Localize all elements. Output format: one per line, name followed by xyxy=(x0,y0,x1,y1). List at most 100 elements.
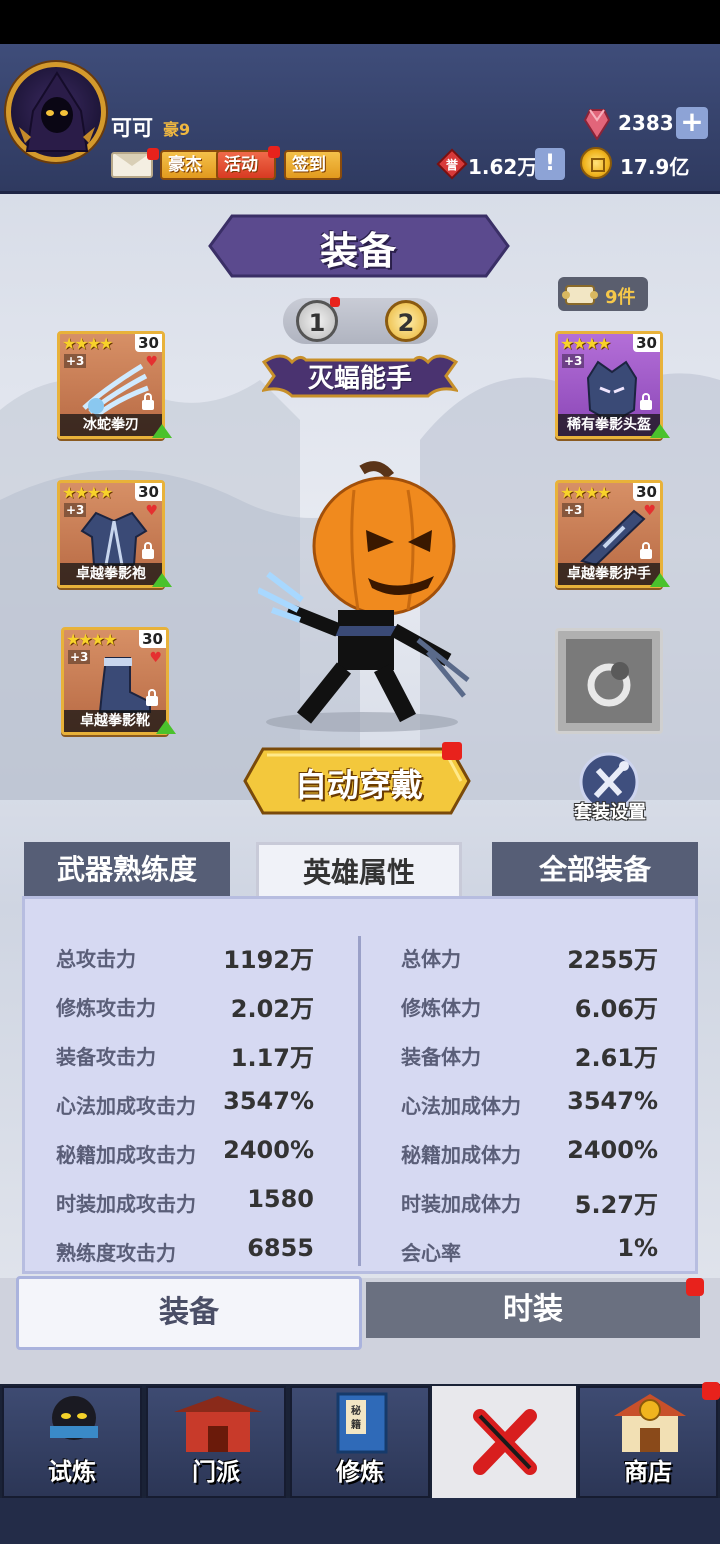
equip-toggle[interactable]: 装备 xyxy=(16,1276,362,1350)
equip-level: 30 xyxy=(135,334,162,352)
stat-label: 心法加成体力 xyxy=(401,1094,521,1118)
ice-claw-icon xyxy=(82,363,149,418)
nav-sect-label: 门派 xyxy=(192,1458,240,1486)
stats-divider xyxy=(358,936,361,1266)
equip-name: 稀有拳影头盔 xyxy=(558,414,660,436)
page-1-notification-dot xyxy=(330,297,340,307)
stat-value: 2400% xyxy=(223,1136,314,1164)
equip-level: 30 xyxy=(633,483,660,501)
ring-icon xyxy=(587,662,631,707)
equip-enhance: +3 xyxy=(562,503,585,517)
nav-bottom-strip xyxy=(0,1498,720,1544)
stat-value: 3547% xyxy=(223,1087,314,1115)
player-avatar[interactable] xyxy=(6,62,106,162)
honor-count: 1.62万 xyxy=(468,155,538,179)
tab-all-equipment[interactable]: 全部装备 xyxy=(492,842,698,898)
activity-notification-dot xyxy=(268,146,280,158)
stat-label: 秘籍加成攻击力 xyxy=(56,1143,196,1167)
lock-icon xyxy=(142,393,154,410)
temple-icon xyxy=(174,1396,262,1452)
mail-notification-dot xyxy=(147,148,159,160)
hero-character xyxy=(258,461,470,732)
tab-weapon-mastery[interactable]: 武器熟练度 xyxy=(24,842,230,898)
player-name: 可可 xyxy=(111,116,153,140)
equip-stars: ★★★★ xyxy=(62,334,113,353)
stat-value: 5.27万 xyxy=(574,1191,658,1219)
stat-value: 6.06万 xyxy=(574,995,658,1023)
stat-label: 装备攻击力 xyxy=(56,1045,156,1069)
equip-name: 冰蛇拳刃 xyxy=(60,414,162,436)
nav-equip-active[interactable] xyxy=(432,1386,576,1498)
lock-icon xyxy=(142,542,154,559)
lock-icon xyxy=(640,542,652,559)
equip-level: 30 xyxy=(633,334,660,352)
honor-badge-icon: 誉 xyxy=(436,148,468,180)
stat-label: 时装加成攻击力 xyxy=(56,1192,196,1216)
equip-stars: ★★★★ xyxy=(66,630,117,649)
stat-value: 2.02万 xyxy=(230,995,314,1023)
stat-value: 1.17万 xyxy=(230,1044,314,1072)
top-header xyxy=(0,44,720,194)
equip-enhance: +3 xyxy=(68,650,91,664)
set-count-text: 9件 xyxy=(605,287,636,308)
robe-icon xyxy=(80,511,148,566)
page-2-button[interactable]: 2 xyxy=(385,300,427,342)
stat-label: 总攻击力 xyxy=(56,947,136,971)
manual-book-icon: 秘 籍 xyxy=(336,1392,388,1454)
equip-slot-boots[interactable]: ★★★★ 30 +3 ♥ 卓越拳影靴 xyxy=(61,627,176,735)
honor-info-button[interactable]: ! xyxy=(535,148,565,180)
gauntlet-icon xyxy=(580,509,646,567)
stat-label: 总体力 xyxy=(401,947,461,971)
signin-button[interactable]: 签到 xyxy=(284,150,342,180)
stat-label: 修炼体力 xyxy=(401,996,481,1020)
lock-icon xyxy=(146,689,158,706)
equipment-screen: 可可 豪9 豪杰 活动 签到 2383 + 誉 1.62万 ! 17.9亿 装备… xyxy=(0,0,720,1544)
stat-value: 1580 xyxy=(247,1185,314,1213)
boot-icon xyxy=(98,657,151,713)
vip-level: 豪9 xyxy=(163,120,191,139)
equip-stars: ★★★★ xyxy=(560,483,611,502)
heart-icon: ♥ xyxy=(149,650,162,666)
tab-hero-attributes[interactable]: 英雄属性 xyxy=(256,842,462,898)
equip-slot-helmet[interactable]: ★★★★ 30 +3 稀有拳影头盔 xyxy=(555,331,670,439)
nav-shop-label: 商店 xyxy=(624,1458,672,1486)
gem-icon xyxy=(584,109,610,140)
equip-name: 卓越拳影护手 xyxy=(558,563,660,585)
stat-value: 2400% xyxy=(567,1136,658,1164)
nav-trial-label: 试炼 xyxy=(48,1458,96,1486)
equip-name: 卓越拳影靴 xyxy=(64,710,166,732)
manual-book-text-2: 籍 xyxy=(350,1418,361,1431)
equip-enhance: +3 xyxy=(562,354,585,368)
auto-equip-label: 自动穿戴 xyxy=(294,766,423,804)
costume-toggle[interactable]: 时装 xyxy=(366,1282,700,1338)
manual-book-text-1: 秘 xyxy=(351,1404,361,1417)
stat-value: 2255万 xyxy=(567,946,658,974)
equip-stars: ★★★★ xyxy=(560,334,611,353)
equip-enhance: +3 xyxy=(64,503,87,517)
equip-slot-empty[interactable] xyxy=(555,628,663,734)
activity-button[interactable]: 活动 xyxy=(216,150,276,180)
stat-value: 1% xyxy=(617,1234,658,1262)
page-title: 装备 xyxy=(319,229,396,273)
heart-icon: ♥ xyxy=(643,503,656,519)
upgrade-arrow-icon xyxy=(650,424,670,438)
equip-enhance: +3 xyxy=(64,354,87,368)
equip-slot-weapon[interactable]: ★★★★ 30 +3 ♥ 冰蛇拳刃 xyxy=(57,331,172,439)
equip-level: 30 xyxy=(135,483,162,501)
stat-label: 熟练度攻击力 xyxy=(56,1241,176,1265)
stat-label: 修炼攻击力 xyxy=(56,996,156,1020)
scroll-icon xyxy=(562,285,598,305)
nav-cultivate-label: 修炼 xyxy=(336,1458,384,1486)
helmet-icon xyxy=(586,360,638,419)
upgrade-arrow-icon xyxy=(650,573,670,587)
upgrade-arrow-icon xyxy=(152,424,172,438)
equip-slot-robe[interactable]: ★★★★ 30 +3 ♥ 卓越拳影袍 xyxy=(57,480,172,588)
stat-value: 2.61万 xyxy=(574,1044,658,1072)
set-name: 灭蝠能手 xyxy=(307,364,412,394)
heart-icon: ♥ xyxy=(145,354,158,370)
add-gems-button[interactable]: + xyxy=(676,107,708,139)
svg-text:誉: 誉 xyxy=(445,157,459,172)
equip-slot-gauntlet[interactable]: ★★★★ 30 +3 ♥ 卓越拳影护手 xyxy=(555,480,670,588)
stat-label: 装备体力 xyxy=(401,1045,481,1069)
shop-icon xyxy=(614,1394,686,1452)
